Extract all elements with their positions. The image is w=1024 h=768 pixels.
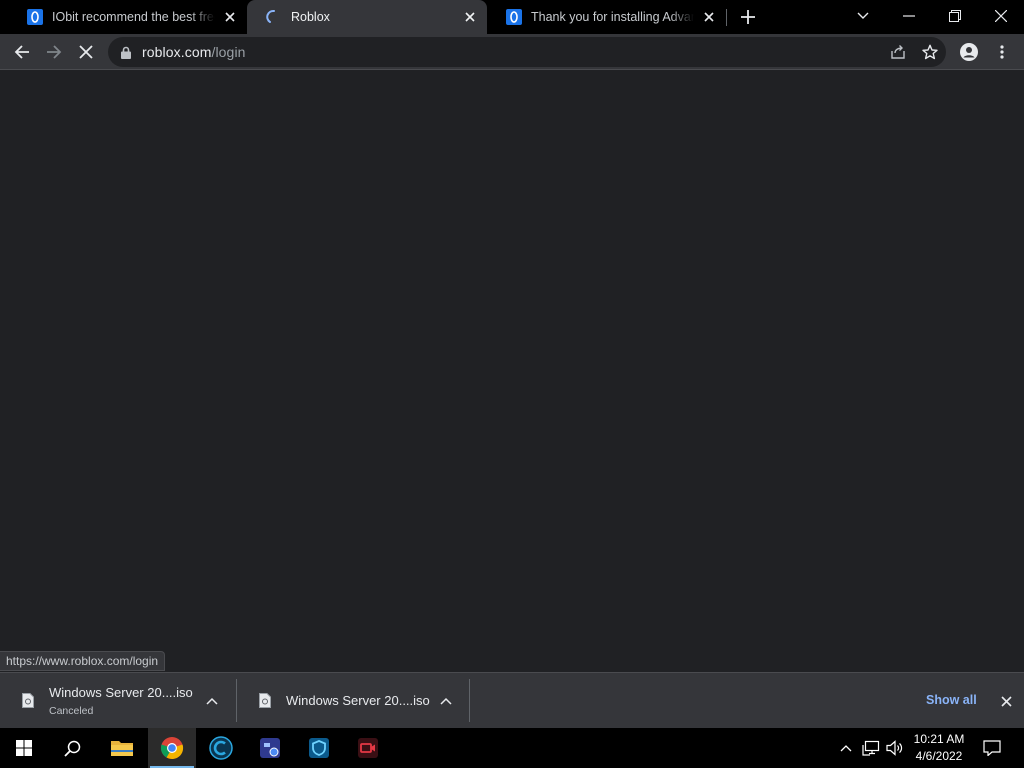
browser-toolbar: roblox.com/login — [0, 34, 1024, 70]
share-icon — [891, 45, 905, 59]
download-options-button[interactable] — [437, 692, 455, 710]
star-icon — [922, 44, 938, 60]
file-icon — [20, 691, 36, 711]
loading-spinner-icon — [266, 9, 282, 25]
notifications-icon — [983, 740, 1001, 756]
tab-title: Roblox — [291, 10, 330, 24]
new-tab-button[interactable] — [736, 5, 760, 29]
close-icon — [995, 10, 1007, 22]
taskbar-screen-recorder[interactable] — [344, 728, 392, 768]
plus-icon — [741, 10, 755, 24]
url-path: /login — [211, 44, 246, 60]
restore-icon — [949, 10, 961, 22]
tab-divider — [726, 9, 727, 26]
profile-button[interactable] — [955, 38, 983, 66]
tab-title: Thank you for installing Advanced — [531, 10, 694, 24]
kebab-menu-icon — [1000, 45, 1004, 59]
taskbar-malware-fighter[interactable] — [295, 728, 343, 768]
iobit-icon — [27, 9, 43, 25]
download-item[interactable]: Windows Server 20....iso — [237, 673, 469, 728]
ccleaner-icon — [209, 736, 233, 760]
address-url[interactable]: roblox.com/login — [142, 44, 246, 60]
download-filename: Windows Server 20....iso — [49, 684, 193, 700]
taskbar-clock[interactable]: 10:21 AM 4/6/2022 — [904, 731, 974, 765]
page-content: https://www.roblox.com/login — [0, 71, 1024, 672]
close-shelf-button[interactable] — [996, 691, 1016, 711]
close-icon — [1000, 695, 1012, 707]
forward-button[interactable] — [40, 38, 68, 66]
taskbar-chrome[interactable] — [148, 728, 196, 768]
tab-search-button[interactable] — [840, 0, 886, 32]
screen-recorder-icon — [358, 738, 378, 758]
network-icon — [862, 740, 880, 756]
download-item[interactable]: Windows Server 20....iso Canceled — [0, 673, 236, 728]
back-button[interactable] — [8, 38, 36, 66]
tab-iobit-recommend[interactable]: IObit recommend the best free, s — [8, 0, 247, 34]
minimize-button[interactable] — [886, 0, 932, 32]
clock-date: 4/6/2022 — [915, 749, 963, 763]
tab-roblox[interactable]: Roblox — [247, 0, 487, 34]
search-icon — [63, 740, 80, 757]
chevron-down-icon — [857, 12, 869, 19]
stop-loading-button[interactable] — [72, 38, 100, 66]
download-divider — [469, 679, 470, 722]
arrow-right-icon — [47, 45, 62, 59]
file-icon — [257, 691, 273, 711]
iobit-icon — [506, 9, 522, 25]
driver-booster-icon — [260, 738, 280, 758]
link-status-bubble: https://www.roblox.com/login — [0, 651, 166, 671]
menu-button[interactable] — [988, 38, 1016, 66]
taskbar-file-explorer[interactable] — [98, 728, 146, 768]
taskbar-search-button[interactable] — [48, 728, 96, 768]
start-button[interactable] — [0, 728, 48, 768]
bookmark-button[interactable] — [918, 40, 942, 64]
tab-close-icon[interactable] — [221, 8, 239, 26]
malware-fighter-icon — [309, 738, 329, 758]
avatar-icon — [960, 43, 978, 61]
chrome-icon — [160, 737, 184, 760]
tab-close-icon[interactable] — [700, 8, 718, 26]
url-host: roblox.com — [142, 44, 212, 60]
lock-icon[interactable] — [119, 45, 133, 59]
clock-time: 10:21 AM — [913, 732, 965, 746]
tab-thank-you-installing[interactable]: Thank you for installing Advanced — [487, 0, 726, 34]
download-status: Canceled — [49, 704, 94, 717]
download-options-button[interactable] — [203, 692, 221, 710]
address-bar[interactable]: roblox.com/login — [108, 37, 946, 67]
volume-button[interactable] — [885, 738, 905, 758]
taskbar-driver-booster[interactable] — [246, 728, 294, 768]
tab-title: IObit recommend the best free, s — [52, 10, 215, 24]
tab-close-icon[interactable] — [461, 8, 479, 26]
taskbar-ccleaner[interactable] — [197, 728, 245, 768]
chevron-up-icon — [440, 697, 452, 705]
close-icon — [79, 45, 93, 59]
chevron-up-icon — [206, 697, 218, 705]
volume-icon — [886, 740, 903, 756]
chevron-up-icon — [840, 745, 852, 752]
show-all-downloads-button[interactable]: Show all — [916, 690, 987, 710]
restore-button[interactable] — [932, 0, 978, 32]
minimize-icon — [903, 15, 915, 17]
share-button[interactable] — [886, 40, 910, 64]
windows-start-icon — [16, 740, 32, 756]
tab-strip: IObit recommend the best free, s Roblox … — [0, 0, 1024, 34]
action-center-button[interactable] — [982, 738, 1002, 758]
windows-taskbar: 10:21 AM 4/6/2022 — [0, 728, 1024, 768]
file-explorer-icon — [111, 741, 133, 756]
arrow-left-icon — [14, 45, 29, 59]
close-window-button[interactable] — [978, 0, 1024, 32]
download-filename: Windows Server 20....iso — [286, 693, 430, 708]
download-shelf: Windows Server 20....iso Canceled Window… — [0, 672, 1024, 728]
show-hidden-icons-button[interactable] — [836, 738, 856, 758]
network-button[interactable] — [861, 738, 881, 758]
